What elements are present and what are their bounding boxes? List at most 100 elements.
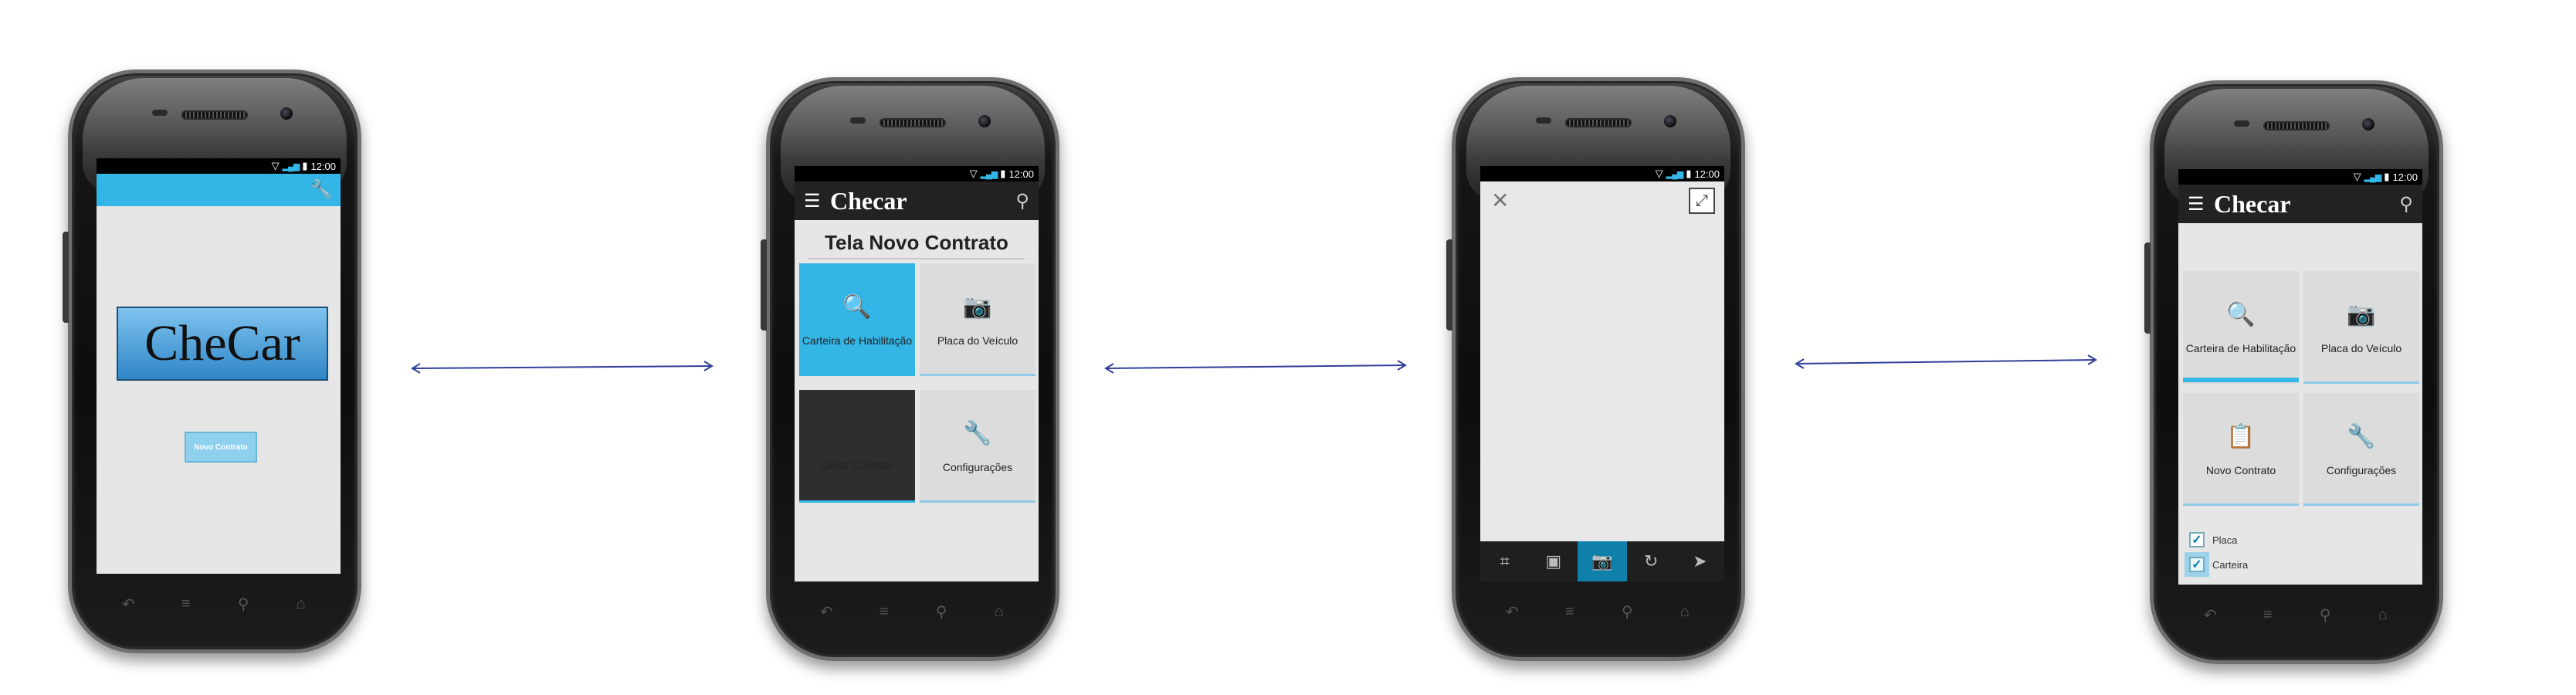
tile-label: Novo Contrato — [2205, 463, 2276, 476]
tile-label: Placa do Veículo — [937, 334, 1019, 347]
wifi-icon: ▽ — [969, 168, 978, 179]
status-bar: ▽ ▂▄▆ ▮ 12:00 — [1480, 166, 1724, 181]
send-icon[interactable]: ➤ — [1676, 541, 1724, 581]
expand-icon[interactable]: ⤢ — [1689, 188, 1715, 214]
phone-camera — [2362, 118, 2374, 131]
back-key-icon[interactable]: ↶ — [815, 602, 838, 622]
phone-side-button — [63, 232, 69, 323]
drawer-menu-icon[interactable]: ☰ — [804, 190, 830, 212]
menu-key-icon[interactable]: ≡ — [2256, 606, 2279, 624]
camera-preview[interactable]: ✕ ⤢ — [1480, 181, 1724, 541]
menu-key-icon[interactable]: ≡ — [1558, 603, 1581, 621]
tile-label: Gerar Contrato — [821, 459, 893, 471]
checkbox-placa[interactable]: ✓ Placa — [2189, 532, 2238, 548]
phone-sensor — [1536, 117, 1551, 124]
novo-contrato-button[interactable]: Novo Contrato — [185, 432, 257, 463]
status-time: 12:00 — [1694, 168, 1720, 180]
phone-side-button — [761, 239, 767, 331]
search-key-icon[interactable]: ⚲ — [232, 595, 255, 614]
crop-icon[interactable]: ⌗ — [1480, 541, 1529, 581]
action-bar: ☰ Checar ⚲ — [795, 181, 1039, 220]
status-time: 12:00 — [310, 160, 336, 172]
tile-label: Carteira de Habilitação — [802, 334, 913, 347]
tile-underline — [2183, 378, 2299, 382]
battery-icon: ▮ — [1000, 168, 1006, 179]
tile-carteira[interactable]: 🔍 Carteira de Habilitação — [2183, 271, 2299, 384]
tile-gerar-contrato[interactable]: Gerar Contrato — [799, 390, 915, 503]
camera-icon[interactable]: 📷 — [1578, 541, 1627, 581]
menu-key-icon[interactable]: ≡ — [873, 603, 896, 621]
phone-2: ▽ ▂▄▆ ▮ 12:00 ☰ Checar ⚲ Tela Novo Contr… — [761, 77, 1059, 661]
wrench-menu-icon[interactable]: 🔧 — [310, 178, 333, 201]
phone-1: ▽ ▂▄▆ ▮ 12:00 🔧 CheCar Novo Contrato ↶ ≡… — [63, 70, 361, 653]
camera-toolbar: ⌗ ▣ 📷 ↻ ➤ — [1480, 541, 1724, 581]
signal-icon: ▂▄▆ — [2364, 172, 2382, 182]
search-key-icon[interactable]: ⚲ — [930, 602, 953, 622]
phone-side-button — [1446, 239, 1452, 331]
phone-3: ▽ ▂▄▆ ▮ 12:00 ✕ ⤢ ⌗ ▣ 📷 ↻ ➤ ↶ ≡ ⚲ ⌂ — [1446, 77, 1745, 661]
phone-4: ▽ ▂▄▆ ▮ 12:00 ☰ Checar ⚲ 🔍 Carteira de H… — [2144, 80, 2443, 664]
phone-sensor — [850, 117, 866, 124]
back-key-icon[interactable]: ↶ — [117, 595, 140, 614]
home-key-icon[interactable]: ⌂ — [2371, 606, 2395, 624]
tile-underline — [2183, 503, 2299, 506]
screen-main-menu: ▽ ▂▄▆ ▮ 12:00 ☰ Checar ⚲ 🔍 Carteira de H… — [2178, 169, 2422, 585]
clipboard-icon: 📋 — [2226, 423, 2256, 449]
soft-keys: ↶ ≡ ⚲ ⌂ — [2181, 602, 2412, 628]
gallery-icon[interactable]: ▣ — [1529, 541, 1578, 581]
phone-camera — [280, 107, 293, 120]
tile-carteira[interactable]: 🔍 Carteira de Habilitação — [799, 263, 915, 376]
tile-label: Configurações — [2326, 463, 2397, 476]
search-icon[interactable]: ⚲ — [2399, 193, 2413, 215]
top-bar: 🔧 — [97, 174, 341, 206]
menu-key-icon[interactable]: ≡ — [175, 595, 198, 613]
wifi-icon: ▽ — [271, 160, 280, 171]
phone-side-button — [2144, 242, 2151, 334]
app-title: Checar — [830, 186, 907, 215]
back-key-icon[interactable]: ↶ — [2198, 605, 2222, 625]
status-bar: ▽ ▂▄▆ ▮ 12:00 — [97, 158, 341, 174]
tile-placa[interactable]: 📷 Placa do Veículo — [920, 263, 1035, 376]
page-title: Tela Novo Contrato — [808, 231, 1025, 259]
tile-label: Placa do Veículo — [2320, 341, 2402, 354]
tile-label: Configurações — [942, 460, 1013, 473]
battery-icon: ▮ — [302, 160, 308, 171]
app-logo: CheCar — [117, 307, 328, 381]
phone-sensor — [152, 110, 168, 116]
rotate-icon[interactable]: ↻ — [1627, 541, 1676, 581]
search-key-icon[interactable]: ⚲ — [1615, 602, 1639, 622]
tile-underline — [920, 374, 1035, 376]
back-key-icon[interactable]: ↶ — [1500, 602, 1524, 622]
phone-speaker — [880, 118, 946, 127]
tile-novo-contrato[interactable]: 📋 Novo Contrato — [2183, 393, 2299, 506]
tile-underline — [2303, 503, 2419, 506]
signal-icon: ▂▄▆ — [1666, 169, 1684, 179]
documents-search-icon: 🔍 — [842, 293, 872, 320]
tile-configuracoes[interactable]: 🔧 Configurações — [920, 390, 1035, 503]
checkbox-carteira[interactable]: ✓ Carteira — [2185, 552, 2249, 577]
action-bar: ☰ Checar ⚲ — [2178, 185, 2422, 223]
close-icon[interactable]: ✕ — [1491, 188, 1509, 213]
check-icon[interactable]: ✓ — [2185, 552, 2209, 577]
status-bar: ▽ ▂▄▆ ▮ 12:00 — [2178, 169, 2422, 185]
search-icon[interactable]: ⚲ — [1015, 190, 1029, 212]
battery-icon: ▮ — [1686, 168, 1692, 179]
phone-sensor — [2234, 120, 2249, 127]
check-icon[interactable]: ✓ — [2189, 532, 2205, 548]
home-key-icon[interactable]: ⌂ — [290, 595, 313, 613]
home-key-icon[interactable]: ⌂ — [988, 603, 1011, 621]
flow-arrow-1 — [411, 361, 713, 374]
drawer-menu-icon[interactable]: ☰ — [2188, 193, 2214, 215]
checkbox-label: Carteira — [2212, 558, 2249, 571]
flow-arrow-3 — [1795, 354, 2097, 369]
phone-speaker — [1565, 118, 1632, 127]
soft-keys: ↶ ≡ ⚲ ⌂ — [100, 591, 330, 617]
signal-icon: ▂▄▆ — [980, 169, 998, 179]
tile-configuracoes[interactable]: 🔧 Configurações — [2303, 393, 2419, 506]
tile-placa[interactable]: 📷 Placa do Veículo — [2303, 271, 2419, 384]
wifi-icon: ▽ — [1655, 168, 1663, 179]
screen-novo-contrato: ▽ ▂▄▆ ▮ 12:00 ☰ Checar ⚲ Tela Novo Contr… — [795, 166, 1039, 581]
phone-speaker — [181, 110, 248, 120]
search-key-icon[interactable]: ⚲ — [2313, 605, 2337, 625]
home-key-icon[interactable]: ⌂ — [1673, 603, 1696, 621]
